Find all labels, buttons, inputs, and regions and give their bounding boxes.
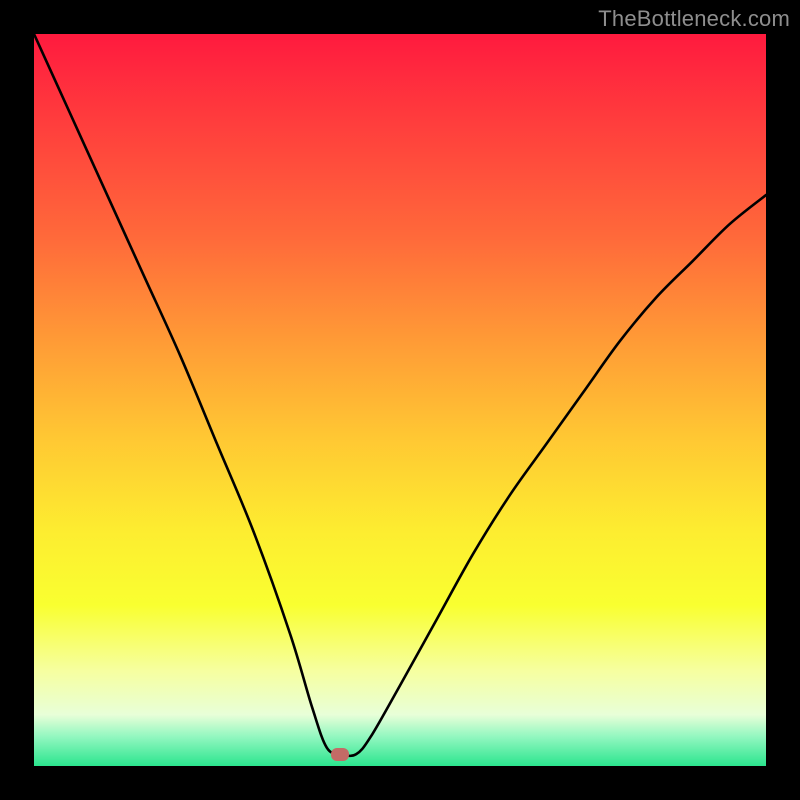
optimum-marker — [331, 748, 349, 761]
chart-container: TheBottleneck.com — [0, 0, 800, 800]
bottleneck-curve — [34, 34, 766, 756]
plot-area — [34, 34, 766, 766]
watermark-text: TheBottleneck.com — [598, 6, 790, 32]
curve-svg — [34, 34, 766, 766]
